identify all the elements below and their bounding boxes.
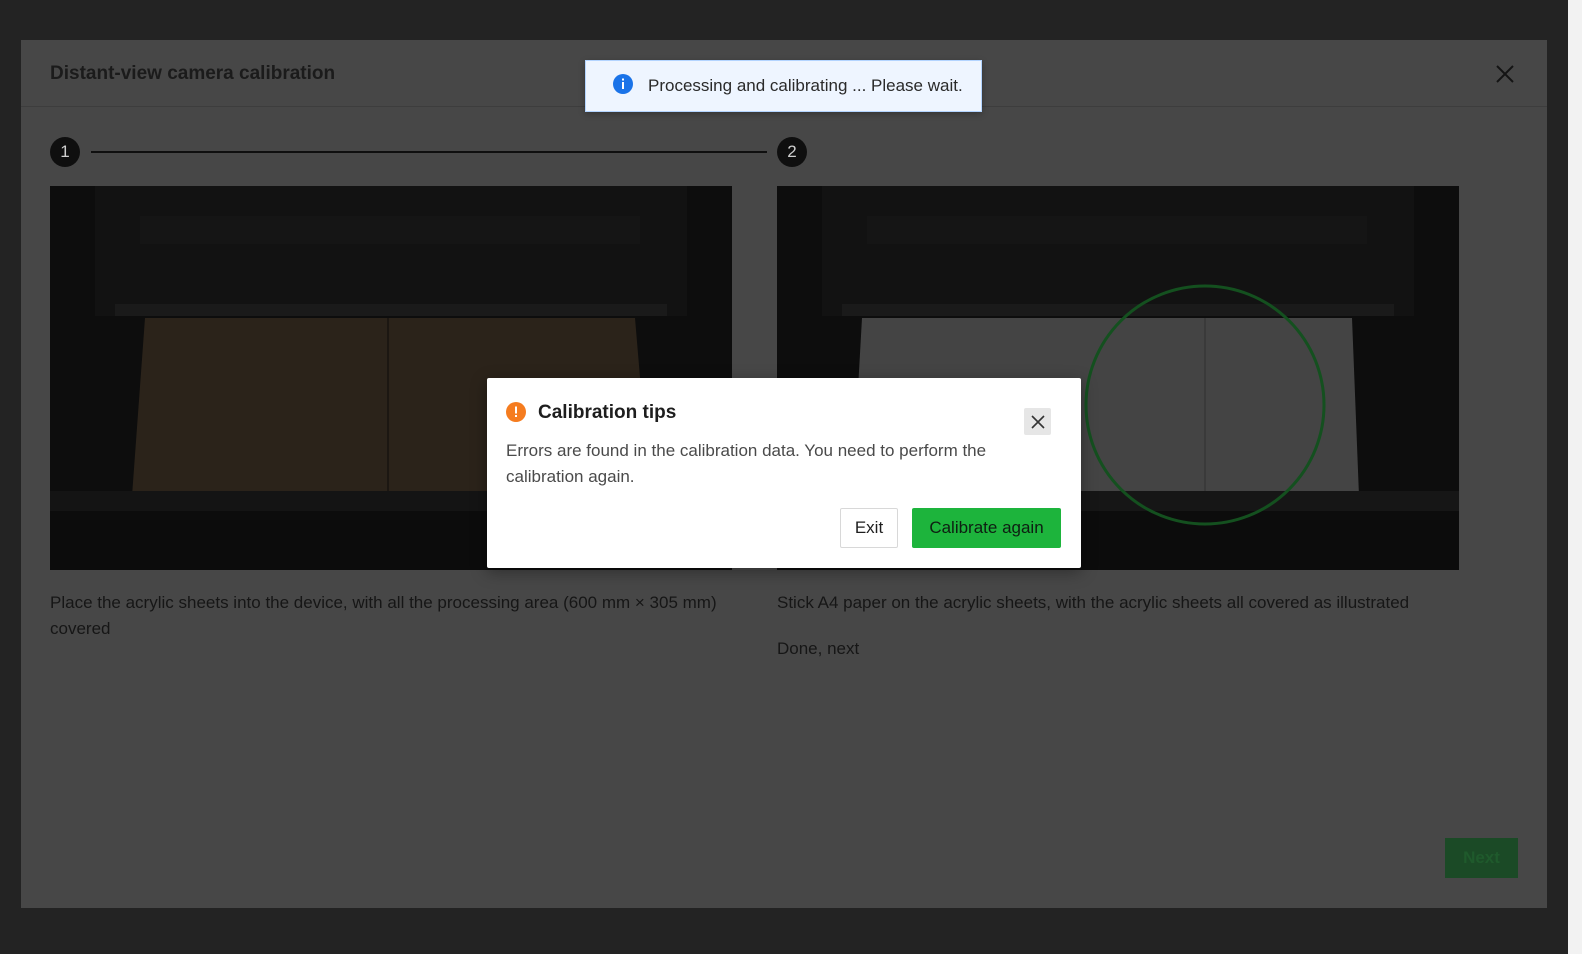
calibrate-again-button[interactable]: Calibrate again [912,508,1061,548]
step-1-description: Place the acrylic sheets into the device… [50,593,717,638]
dialog-message: Errors are found in the calibration data… [506,441,987,486]
exit-button[interactable]: Exit [840,508,898,548]
window-edge [1568,0,1582,954]
step-2-status: Done, next [777,639,860,658]
close-icon[interactable] [1493,62,1517,86]
warning-icon [506,402,526,422]
step-1-indicator: 1 [50,137,80,167]
step-progress-line [91,151,767,153]
dialog-title: Calibration tips [538,402,677,423]
step-2-description: Stick A4 paper on the acrylic sheets, wi… [777,593,1410,612]
modal-title: Distant-view camera calibration [50,63,336,84]
next-button[interactable]: Next [1445,838,1518,878]
calibration-tips-dialog: Calibration tips Errors are found in the… [487,378,1081,568]
toast-message: Processing and calibrating ... Please wa… [648,76,963,95]
info-icon [613,74,633,94]
processing-toast: Processing and calibrating ... Please wa… [585,60,982,112]
dialog-close-icon[interactable] [1024,408,1051,435]
step-2-indicator: 2 [777,137,807,167]
